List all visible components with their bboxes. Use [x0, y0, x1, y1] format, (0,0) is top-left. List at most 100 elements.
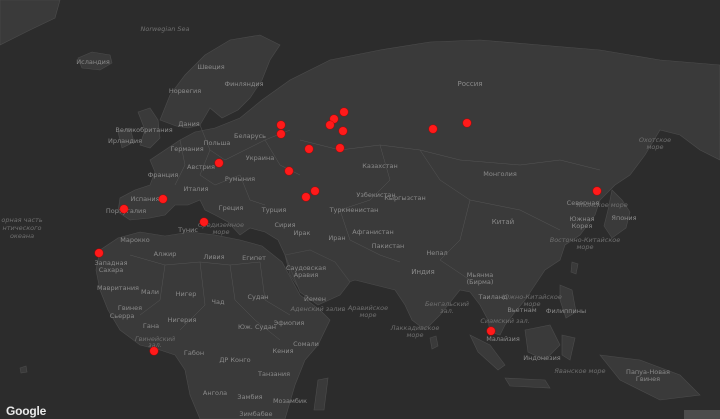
map-label-pakistan: Пакистан: [371, 242, 405, 250]
map-marker-20[interactable]: [487, 327, 495, 335]
map-label-afghanistan: Афганистан: [352, 228, 394, 236]
sulawesi-shape: [561, 334, 576, 361]
map-marker-4[interactable]: [277, 121, 285, 129]
map-attribution-bar[interactable]: [684, 410, 720, 419]
map-label-libya: Ливия: [203, 253, 225, 261]
map-label-italy: Италия: [183, 185, 209, 193]
map-label-iraq: Ирак: [293, 229, 311, 237]
map-label-belarus: Беларусь: [234, 132, 266, 140]
map-label-finland: Финляндия: [224, 80, 264, 88]
map-marker-9[interactable]: [305, 145, 313, 153]
map-label-norway: Норвегия: [168, 87, 202, 95]
greenland-shape: [0, 0, 61, 46]
map-label-poland: Польша: [203, 139, 231, 147]
map-label-turkey: Турция: [261, 206, 287, 214]
map-label-western-sahara-2: Сахара: [98, 266, 124, 274]
map-label-india: Индия: [411, 268, 435, 276]
map-label-ukraine: Украина: [245, 154, 275, 162]
map-label-kyrgyzstan: Кыргызстан: [384, 194, 426, 202]
map-label-romania: Румыния: [224, 175, 256, 183]
map-marker-3[interactable]: [326, 121, 334, 129]
map-marker-1[interactable]: [340, 108, 348, 116]
map-label-zambia: Замбия: [237, 393, 263, 401]
map-label-norwegian-sea: Norwegian Sea: [140, 25, 190, 33]
map-label-angola: Ангола: [202, 389, 228, 397]
map-label-yemen: Йемен: [303, 295, 327, 303]
map-marker-10[interactable]: [336, 144, 344, 152]
map-marker-11[interactable]: [215, 159, 223, 167]
map-label-tanzania: Танзания: [257, 370, 291, 378]
map-label-ireland: Ирландия: [107, 137, 143, 145]
map-label-uk: Великобритания: [115, 126, 173, 134]
map-label-turkmenistan: Туркменистан: [329, 206, 379, 214]
map-view[interactable]: Norwegian Sea Исландия Норвегия Финляндия Шв…: [0, 0, 720, 419]
map-label-austria: Австрия: [187, 163, 215, 171]
map-label-chad: Чад: [211, 298, 225, 306]
map-marker-19[interactable]: [593, 187, 601, 195]
map-label-atlantic-3: океана: [9, 232, 35, 240]
map-label-russia: Россия: [457, 80, 483, 88]
map-label-java-sea: Яванское море: [554, 367, 606, 375]
map-label-denmark: Дания: [178, 120, 200, 128]
map-label-ecs-2: море: [576, 243, 594, 251]
map-label-egypt: Египет: [242, 254, 266, 262]
map-label-malaysia: Малайзия: [486, 335, 520, 343]
map-label-guinea: Гвинея: [117, 304, 143, 312]
map-label-south-sudan: Юж. Судан: [237, 323, 277, 331]
map-marker-7[interactable]: [429, 125, 437, 133]
google-logo[interactable]: Google: [6, 404, 46, 418]
map-label-greece: Греция: [218, 204, 244, 212]
map-marker-8[interactable]: [463, 119, 471, 127]
map-marker-13[interactable]: [311, 187, 319, 195]
map-marker-12[interactable]: [285, 167, 293, 175]
map-label-philippines: Филиппины: [545, 307, 587, 315]
map-label-vietnam: Вьетнам: [507, 306, 537, 314]
map-label-sweden: Швеция: [197, 63, 225, 71]
map-label-mongolia: Монголия: [483, 170, 517, 178]
map-label-drc: ДР Конго: [219, 356, 251, 364]
map-marker-18[interactable]: [95, 249, 103, 257]
java-shape: [504, 377, 551, 389]
map-label-somalia: Сомали: [293, 340, 319, 348]
taiwan-shape: [570, 261, 579, 275]
map-label-south-korea-2: Корея: [571, 222, 593, 230]
map-label-nigeria: Нигерия: [167, 316, 197, 324]
map-label-liberia: Сьерра: [109, 312, 135, 320]
map-label-cameroon: Гана: [142, 322, 160, 330]
map-label-okhotsk-sea-2: море: [646, 143, 664, 151]
map-label-mozambique: Мозамбик: [272, 397, 308, 405]
map-label-ethiopia: Эфиопия: [273, 319, 305, 327]
map-label-japan-sea: Японское море: [576, 201, 628, 209]
map-label-sudan: Судан: [247, 293, 269, 301]
map-label-france: Франция: [147, 171, 179, 179]
map-label-atlantic-1: орная часть: [1, 216, 43, 224]
map-label-mali: Мали: [141, 288, 159, 296]
madagascar-shape: [313, 377, 329, 411]
map-label-tunisia: Тунис: [178, 226, 198, 234]
map-marker-14[interactable]: [302, 193, 310, 201]
map-label-niger: Нигер: [175, 290, 197, 298]
map-label-indonesia: Индонезия: [523, 354, 561, 362]
srilanka-shape: [429, 335, 439, 350]
map-label-med-sea-2: море: [212, 228, 230, 236]
map-label-zimbabwe: Зимбабве: [239, 410, 273, 418]
map-marker-15[interactable]: [159, 195, 167, 203]
map-marker-16[interactable]: [120, 205, 128, 213]
map-label-siam-gulf: Сиамский зал.: [480, 317, 530, 325]
map-label-iran: Иран: [328, 234, 346, 242]
map-label-nepal: Непал: [426, 249, 448, 257]
map-marker-5[interactable]: [339, 127, 347, 135]
map-marker-6[interactable]: [277, 130, 285, 138]
map-marker-21[interactable]: [150, 347, 158, 355]
map-label-mauritania: Мавритания: [97, 284, 139, 292]
map-label-kenya: Кения: [272, 347, 294, 355]
map-label-japan: Япония: [611, 214, 637, 222]
map-label-kazakhstan: Казахстан: [362, 162, 398, 170]
map-label-germany: Германия: [170, 145, 204, 153]
map-label-arabian-sea-2: море: [359, 311, 377, 319]
map-label-iceland: Исландия: [76, 58, 110, 66]
map-label-papua-2: Гвинея: [635, 375, 661, 383]
map-marker-17[interactable]: [200, 218, 208, 226]
map-label-gabon: Габон: [183, 349, 205, 357]
capeverde-shape: [19, 365, 28, 374]
